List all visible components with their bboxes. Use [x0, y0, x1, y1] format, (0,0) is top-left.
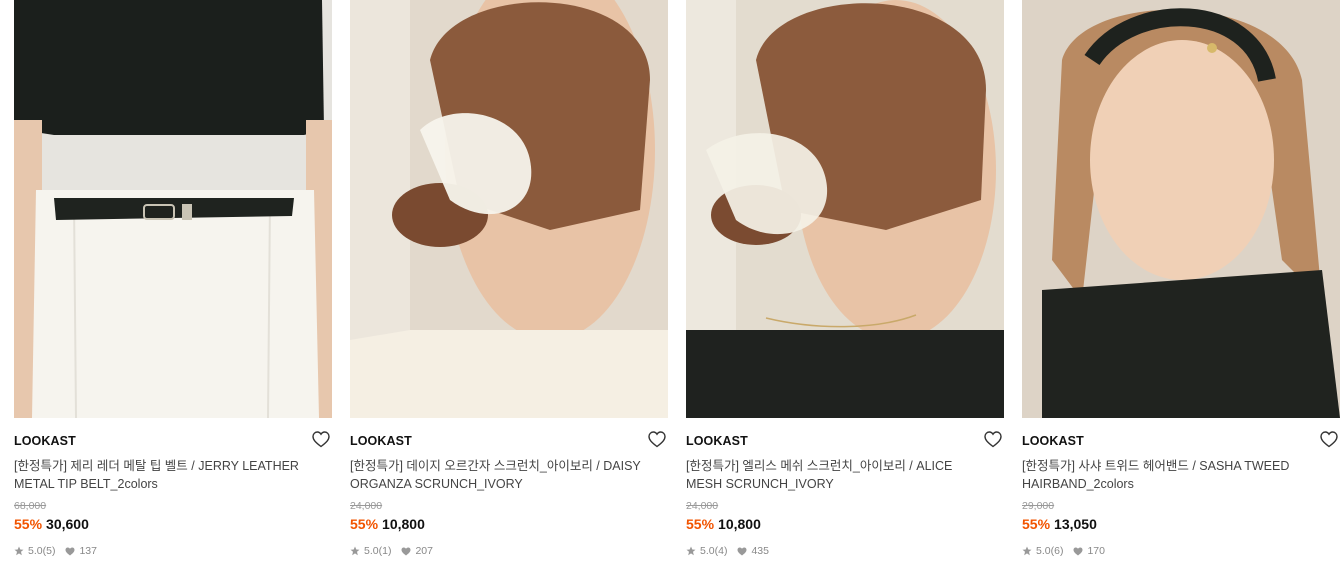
sale-price: 30,600 — [46, 516, 89, 532]
product-meta: 5.0 (6) 170 — [1022, 545, 1105, 557]
product-card[interactable]: LOOKAST [한정특가] 제리 레더 메탈 팁 벨트 / JERRY LEA… — [14, 0, 332, 567]
brand-name[interactable]: LOOKAST — [686, 434, 748, 448]
like-count: 137 — [79, 545, 97, 557]
product-meta: 5.0 (4) 435 — [686, 545, 769, 557]
product-card[interactable]: LOOKAST [한정특가] 엘리스 메쉬 스크런치_아이보리 / ALICE … — [686, 0, 1004, 567]
sale-price: 10,800 — [382, 516, 425, 532]
discount-rate: 55% — [350, 516, 379, 532]
hairband-photo — [1022, 0, 1340, 418]
brand-name[interactable]: LOOKAST — [14, 434, 76, 448]
product-name[interactable]: [한정특가] 사샤 트위드 헤어밴드 / SASHA TWEED HAIRBAN… — [1022, 457, 1322, 493]
like-heart-icon — [65, 547, 75, 555]
product-image[interactable] — [14, 0, 332, 418]
star-icon — [350, 546, 360, 556]
product-name[interactable]: [한정특가] 제리 레더 메탈 팁 벨트 / JERRY LEATHER MET… — [14, 457, 314, 493]
brand-name[interactable]: LOOKAST — [350, 434, 412, 448]
review-count: (1) — [378, 545, 392, 557]
like-heart-icon — [401, 547, 411, 555]
product-name[interactable]: [한정특가] 데이지 오르간자 스크런치_아이보리 / DAISY ORGANZ… — [350, 457, 650, 493]
review-count: (6) — [1050, 545, 1064, 557]
like-count: 207 — [415, 545, 433, 557]
star-icon — [14, 546, 24, 556]
product-card[interactable]: LOOKAST [한정특가] 데이지 오르간자 스크런치_아이보리 / DAIS… — [350, 0, 668, 567]
price-row: 55% 10,800 — [350, 516, 425, 532]
wishlist-heart-icon[interactable] — [312, 431, 330, 448]
price-row: 55% 30,600 — [14, 516, 89, 532]
discount-rate: 55% — [14, 516, 43, 532]
discount-rate: 55% — [1022, 516, 1051, 532]
review-count: (5) — [42, 545, 56, 557]
rating-score: 5.0 — [364, 545, 379, 557]
product-image[interactable] — [350, 0, 668, 418]
discount-rate: 55% — [686, 516, 715, 532]
original-price: 24,000 — [686, 500, 719, 512]
product-name[interactable]: [한정특가] 엘리스 메쉬 스크런치_아이보리 / ALICE MESH SCR… — [686, 457, 986, 493]
original-price: 24,000 — [350, 500, 383, 512]
product-image[interactable] — [1022, 0, 1340, 418]
brand-name[interactable]: LOOKAST — [1022, 434, 1084, 448]
wishlist-heart-icon[interactable] — [648, 431, 666, 448]
like-count: 435 — [751, 545, 769, 557]
product-meta: 5.0 (1) 207 — [350, 545, 433, 557]
product-grid: LOOKAST [한정특가] 제리 레더 메탈 팁 벨트 / JERRY LEA… — [0, 0, 1343, 567]
like-heart-icon — [737, 547, 747, 555]
sale-price: 10,800 — [718, 516, 761, 532]
rating-score: 5.0 — [700, 545, 715, 557]
scrunchie-black-top-photo — [686, 0, 1004, 418]
product-card[interactable]: LOOKAST [한정특가] 사샤 트위드 헤어밴드 / SASHA TWEED… — [1022, 0, 1340, 567]
original-price: 29,000 — [1022, 500, 1055, 512]
rating-score: 5.0 — [28, 545, 43, 557]
scrunchie-ivory-top-photo — [350, 0, 668, 418]
like-heart-icon — [1073, 547, 1083, 555]
product-meta: 5.0 (5) 137 — [14, 545, 97, 557]
price-row: 55% 10,800 — [686, 516, 761, 532]
belt-photo — [14, 0, 332, 418]
star-icon — [686, 546, 696, 556]
wishlist-heart-icon[interactable] — [1320, 431, 1338, 448]
original-price: 68,000 — [14, 500, 47, 512]
wishlist-heart-icon[interactable] — [984, 431, 1002, 448]
price-row: 55% 13,050 — [1022, 516, 1097, 532]
rating-score: 5.0 — [1036, 545, 1051, 557]
review-count: (4) — [714, 545, 728, 557]
star-icon — [1022, 546, 1032, 556]
sale-price: 13,050 — [1054, 516, 1097, 532]
like-count: 170 — [1087, 545, 1105, 557]
product-image[interactable] — [686, 0, 1004, 418]
